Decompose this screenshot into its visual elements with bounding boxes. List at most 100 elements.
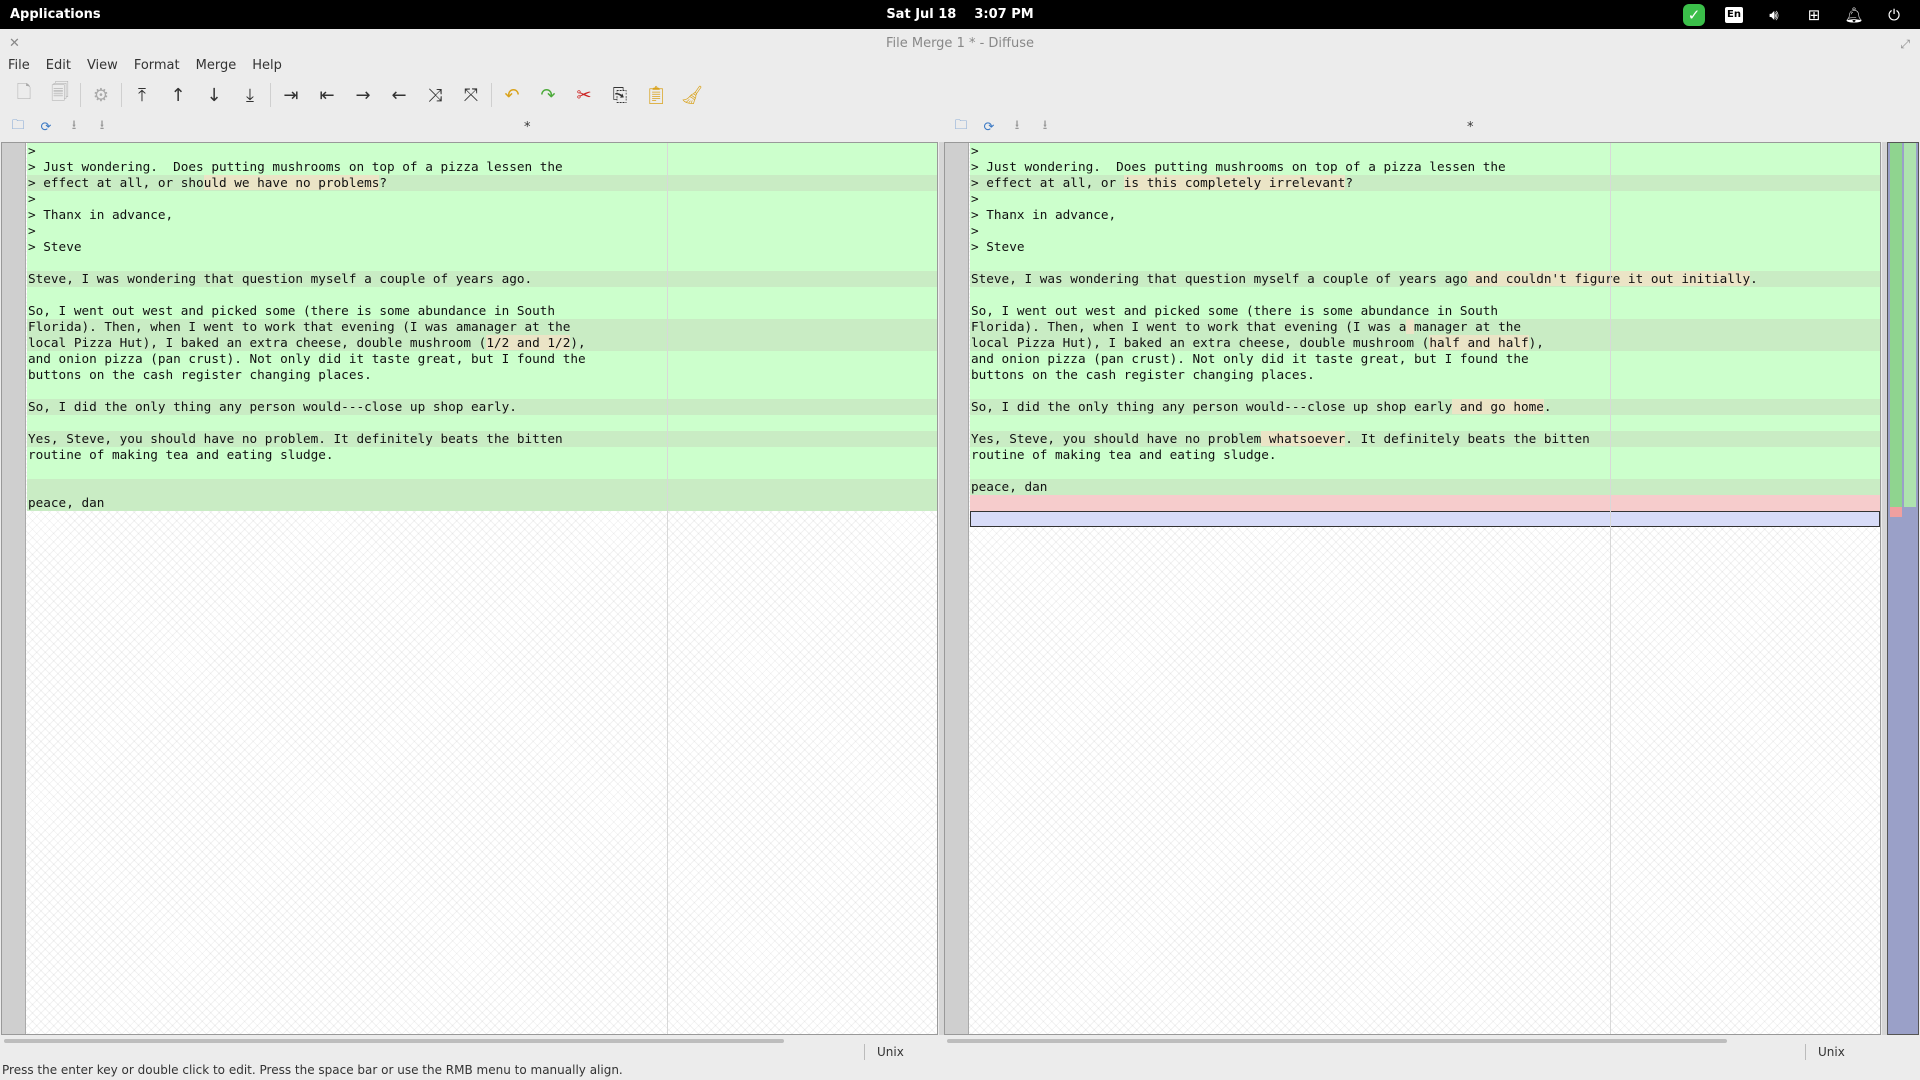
text-line[interactable]: and onion pizza (pan crust). Not only di…	[27, 351, 937, 367]
left-file-pane[interactable]: > > Just wondering. Does putting mushroom…	[1, 142, 938, 1035]
text-line[interactable]: local Pizza Hut), I baked an extra chees…	[27, 335, 937, 351]
text-line[interactable]	[970, 383, 1880, 399]
tray-language[interactable]: En	[1714, 0, 1754, 29]
clock-date[interactable]: Sat Jul 18	[886, 7, 956, 22]
text-line[interactable]: > Thanx in advance,	[27, 207, 937, 223]
save-file-icon[interactable]: ⭳	[60, 116, 88, 138]
copy-icon[interactable]: ⎘	[602, 80, 638, 110]
menu-merge[interactable]: Merge	[188, 56, 245, 76]
text-line[interactable]: > Thanx in advance,	[970, 207, 1880, 223]
cut-icon[interactable]: ✂	[566, 80, 602, 110]
text-line[interactable]: Florida). Then, when I went to work that…	[970, 319, 1880, 335]
first-difference-icon[interactable]: ⤒	[124, 80, 160, 110]
text-line[interactable]: So, I did the only thing any person woul…	[27, 399, 937, 415]
shift-right-icon[interactable]: →	[345, 80, 381, 110]
text-line[interactable]	[27, 383, 937, 399]
clock-time[interactable]: 3:07 PM	[974, 7, 1033, 22]
text-line[interactable]: So, I went out west and picked some (the…	[27, 303, 937, 319]
text-line[interactable]	[27, 479, 937, 495]
save-file-as-icon[interactable]: ⭳	[1031, 116, 1059, 138]
text-line[interactable]: peace, dan	[970, 479, 1880, 495]
left-text-lines[interactable]: > > Just wondering. Does putting mushroom…	[27, 143, 937, 511]
text-line[interactable]: buttons on the cash register changing pl…	[970, 367, 1880, 383]
copy-to-right-icon[interactable]: ⇥	[273, 80, 309, 110]
text-line[interactable]: So, I did the only thing any person woul…	[970, 399, 1880, 415]
last-difference-icon[interactable]: ⤓	[232, 80, 268, 110]
volume-icon[interactable]: 🔊︎	[1754, 0, 1794, 29]
text-line[interactable]: >	[970, 143, 1880, 159]
clear-edits-icon[interactable]: 🧹︎	[674, 80, 710, 110]
reload-file-icon[interactable]: ⟳	[975, 116, 1003, 138]
redo-icon[interactable]: ↷	[530, 80, 566, 110]
new-3-way-merge-icon[interactable]: 🗐	[42, 80, 78, 110]
overview-viewport[interactable]	[1904, 143, 1916, 507]
text-line[interactable]	[970, 511, 1880, 527]
text-line[interactable]	[27, 463, 937, 479]
text-line[interactable]: > effect at all, or is this completely i…	[970, 175, 1880, 191]
merge-from-right-then-left-icon[interactable]: ⤧	[453, 80, 489, 110]
open-file-icon[interactable]: 🗀	[4, 116, 32, 138]
realign-all-icon[interactable]: ⚙	[83, 80, 119, 110]
text-line[interactable]: local Pizza Hut), I baked an extra chees…	[970, 335, 1880, 351]
maximize-window-icon[interactable]: ⤢	[1900, 29, 1910, 59]
tray-update-check[interactable]: ✓	[1674, 0, 1714, 29]
reload-file-icon[interactable]: ⟳	[32, 116, 60, 138]
text-line[interactable]	[27, 255, 937, 271]
next-difference-icon[interactable]: ↓	[196, 80, 232, 110]
text-line[interactable]: Steve, I was wondering that question mys…	[27, 271, 937, 287]
text-line[interactable]: and onion pizza (pan crust). Not only di…	[970, 351, 1880, 367]
merge-from-left-then-right-icon[interactable]: ⤨	[417, 80, 453, 110]
text-line[interactable]: >	[27, 191, 937, 207]
right-text-lines[interactable]: > > Just wondering. Does putting mushroom…	[970, 143, 1880, 527]
text-line[interactable]	[970, 463, 1880, 479]
difference-overview-map[interactable]	[1887, 142, 1919, 1035]
text-line[interactable]	[27, 287, 937, 303]
text-line[interactable]: Steve, I was wondering that question mys…	[970, 271, 1880, 287]
notifications-icon[interactable]: 🔔︎	[1834, 0, 1874, 29]
menu-help[interactable]: Help	[244, 56, 290, 76]
save-file-as-icon[interactable]: ⭳	[88, 116, 116, 138]
copy-to-left-icon[interactable]: ⇤	[309, 80, 345, 110]
text-line[interactable]: buttons on the cash register changing pl…	[27, 367, 937, 383]
text-line[interactable]: peace, dan	[27, 495, 937, 511]
text-line[interactable]: Yes, Steve, you should have no problem. …	[27, 431, 937, 447]
clock[interactable]: Sat Jul 18 3:07 PM	[0, 0, 1920, 29]
text-line[interactable]: So, I went out west and picked some (the…	[970, 303, 1880, 319]
text-line[interactable]: >	[27, 223, 937, 239]
text-line[interactable]	[970, 495, 1880, 511]
text-line[interactable]	[970, 415, 1880, 431]
text-line[interactable]: > Just wondering. Does putting mushrooms…	[970, 159, 1880, 175]
power-icon[interactable]: ⏻	[1874, 0, 1914, 29]
text-line[interactable]: routine of making tea and eating sludge.	[970, 447, 1880, 463]
open-file-icon[interactable]: 🗀	[947, 116, 975, 138]
shift-left-icon[interactable]: ←	[381, 80, 417, 110]
paste-icon[interactable]: 📋︎	[638, 80, 674, 110]
text-line[interactable]: >	[970, 191, 1880, 207]
text-line[interactable]: >	[970, 223, 1880, 239]
text-line[interactable]: > Steve	[970, 239, 1880, 255]
menu-view[interactable]: View	[79, 56, 126, 76]
text-line[interactable]: > effect at all, or should we have no pr…	[27, 175, 937, 191]
menu-file[interactable]: File	[0, 56, 38, 76]
text-line[interactable]: Yes, Steve, you should have no problem w…	[970, 431, 1880, 447]
network-icon[interactable]: ⊞	[1794, 0, 1834, 29]
text-line[interactable]: routine of making tea and eating sludge.	[27, 447, 937, 463]
undo-icon[interactable]: ↶	[494, 80, 530, 110]
text-line[interactable]: > Steve	[27, 239, 937, 255]
text-line[interactable]	[27, 415, 937, 431]
previous-difference-icon[interactable]: ↑	[160, 80, 196, 110]
new-2-way-merge-icon[interactable]: 🗋	[6, 80, 42, 110]
applications-menu[interactable]: Applications	[10, 0, 101, 29]
right-file-pane[interactable]: > > Just wondering. Does putting mushroom…	[944, 142, 1881, 1035]
text-line[interactable]	[970, 287, 1880, 303]
text-line[interactable]	[970, 255, 1880, 271]
menu-format[interactable]: Format	[126, 56, 188, 76]
save-file-icon[interactable]: ⭳	[1003, 116, 1031, 138]
text-line[interactable]: >	[27, 143, 937, 159]
left-horizontal-scrollbar[interactable]	[4, 1039, 784, 1043]
text-line[interactable]: Florida). Then, when I went to work that…	[27, 319, 937, 335]
line-text: buttons on the cash register changing pl…	[28, 367, 372, 382]
text-line[interactable]: > Just wondering. Does putting mushrooms…	[27, 159, 937, 175]
menu-edit[interactable]: Edit	[38, 56, 79, 76]
right-horizontal-scrollbar[interactable]	[947, 1039, 1727, 1043]
